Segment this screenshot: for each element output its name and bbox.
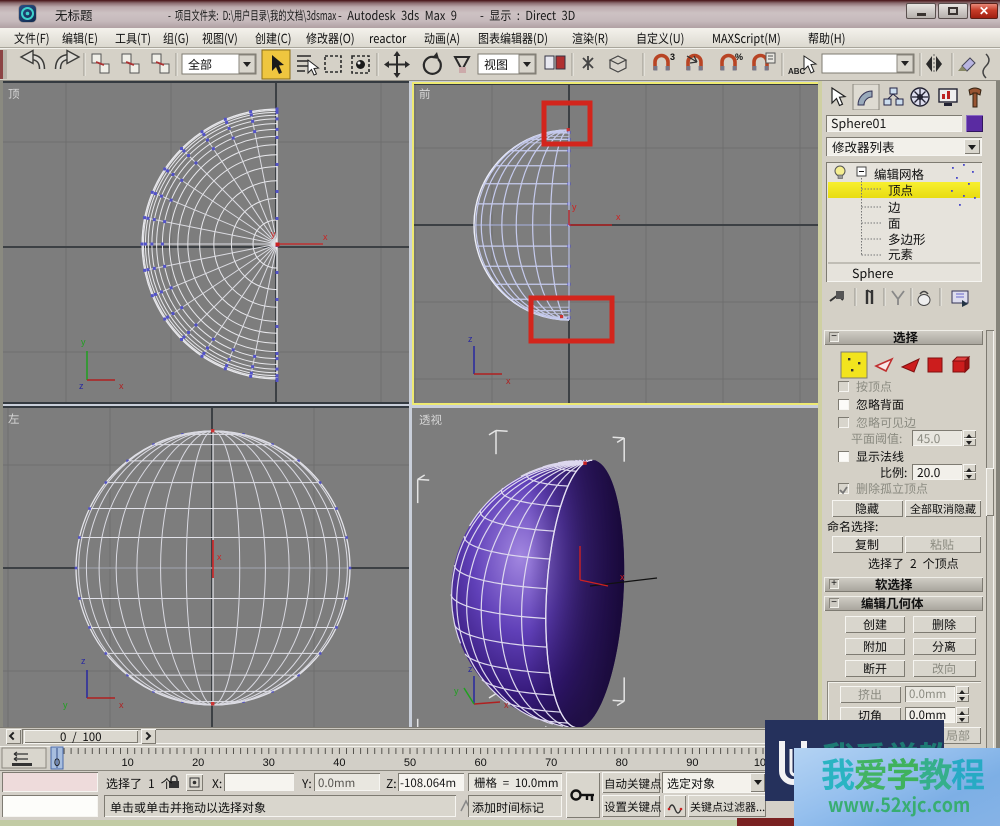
- svg-text:90: 90: [686, 757, 698, 769]
- svg-text:30: 30: [263, 757, 275, 769]
- svg-text:60: 60: [474, 757, 486, 769]
- svg-text:y: y: [454, 686, 459, 696]
- svg-text:z: z: [468, 664, 473, 674]
- svg-text:x: x: [620, 572, 625, 582]
- svg-text:0: 0: [54, 757, 60, 769]
- svg-text:x: x: [217, 552, 222, 562]
- svg-text:70: 70: [545, 757, 557, 769]
- svg-text:80: 80: [616, 757, 628, 769]
- svg-text:ABC: ABC: [788, 67, 806, 76]
- svg-text:40: 40: [333, 757, 345, 769]
- svg-text:y: y: [63, 700, 68, 710]
- svg-text:50: 50: [404, 757, 416, 769]
- svg-text:3: 3: [670, 52, 675, 62]
- svg-text:z: z: [79, 381, 84, 391]
- svg-text:y: y: [81, 337, 86, 347]
- svg-text:y: y: [271, 229, 276, 239]
- svg-text:%: %: [735, 52, 743, 62]
- svg-text:z: z: [81, 656, 86, 666]
- svg-text:10: 10: [121, 757, 133, 769]
- svg-text:x: x: [323, 232, 328, 242]
- svg-text:x: x: [504, 700, 509, 710]
- svg-text:x: x: [119, 381, 124, 391]
- svg-text:20: 20: [192, 757, 204, 769]
- svg-text:x: x: [119, 700, 124, 710]
